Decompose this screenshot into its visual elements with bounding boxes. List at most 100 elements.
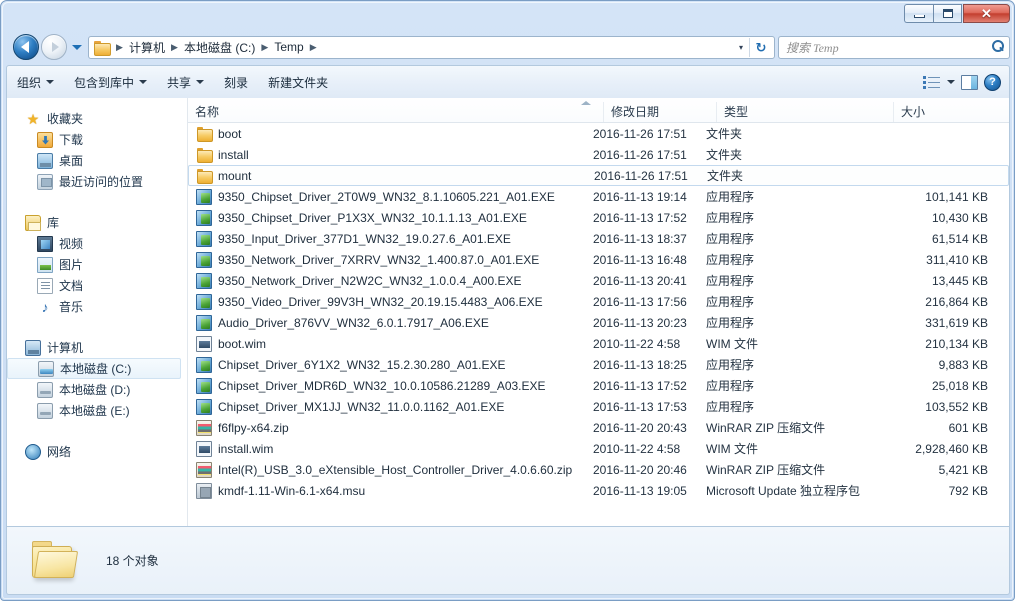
sidebar-item-computer[interactable]: 计算机 [7, 337, 187, 358]
breadcrumb-local-disk-c[interactable]: 本地磁盘 (C:) [181, 37, 258, 58]
file-name-cell[interactable]: f6flpy-x64.zip [188, 419, 593, 436]
file-name-cell[interactable]: boot [188, 126, 593, 142]
file-name-cell[interactable]: install [188, 147, 593, 163]
sidebar-item-downloads[interactable]: 下载 [7, 129, 187, 150]
file-name-cell[interactable]: 9350_Network_Driver_7XRRV_WN32_1.400.87.… [188, 251, 593, 268]
column-header-date-modified[interactable]: 修改日期 [603, 102, 716, 122]
include-in-library-button[interactable]: 包含到库中 [65, 70, 156, 95]
table-row[interactable]: Chipset_Driver_MX1JJ_WN32_11.0.0.1162_A0… [188, 396, 1009, 417]
table-row[interactable]: 9350_Chipset_Driver_2T0W9_WN32_8.1.10605… [188, 186, 1009, 207]
file-type-cell: 应用程序 [706, 379, 755, 393]
table-row[interactable]: boot.wim 2010-11-22 4:58 WIM 文件 210,134 KB [188, 333, 1009, 354]
breadcrumb-separator-2[interactable]: ▶ [258, 42, 271, 52]
table-row[interactable]: 9350_Video_Driver_99V3H_WN32_20.19.15.44… [188, 291, 1009, 312]
table-row[interactable]: Chipset_Driver_MDR6D_WN32_10.0.10586.212… [188, 375, 1009, 396]
sidebar-item-libraries[interactable]: 库 [7, 212, 187, 233]
address-row: ▶ 计算机 ▶ 本地磁盘 (C:) ▶ Temp ▶ ▾ ↻ 搜索 Temp [6, 31, 1010, 63]
table-row[interactable]: f6flpy-x64.zip 2016-11-20 20:43 WinRAR ZIP… [188, 417, 1009, 438]
sidebar-item-documents[interactable]: 文档 [7, 275, 187, 296]
preview-pane-icon[interactable] [961, 74, 978, 90]
search-icon[interactable] [991, 40, 1005, 54]
file-name-cell[interactable]: Chipset_Driver_6Y1X2_WN32_15.2.30.280_A0… [188, 356, 593, 373]
file-type-cell: WinRAR ZIP 压缩文件 [706, 421, 826, 435]
file-name-cell[interactable]: boot.wim [188, 335, 593, 352]
table-row[interactable]: 9350_Input_Driver_377D1_WN32_19.0.27.6_A… [188, 228, 1009, 249]
sidebar-label-documents: 文档 [59, 278, 84, 293]
chevron-down-icon[interactable] [947, 80, 955, 84]
sidebar-item-desktop[interactable]: 桌面 [7, 150, 187, 171]
download-icon [37, 131, 53, 148]
address-bar[interactable]: ▶ 计算机 ▶ 本地磁盘 (C:) ▶ Temp ▶ ▾ ↻ [88, 35, 775, 59]
file-name-label: Chipset_Driver_MX1JJ_WN32_11.0.0.1162_A0… [218, 399, 505, 414]
minimize-button[interactable] [904, 4, 933, 23]
file-name-cell[interactable]: 9350_Input_Driver_377D1_WN32_19.0.27.6_A… [188, 230, 593, 247]
file-name-cell[interactable]: kmdf-1.11-Win-6.1-x64.msu [188, 482, 593, 499]
file-list[interactable]: 名称 修改日期 类型 大小 boot 2016-11-26 17:51 文件夹 ins… [188, 98, 1009, 526]
search-input[interactable]: 搜索 Temp [786, 39, 991, 56]
share-with-button[interactable]: 共享 [158, 70, 213, 95]
include-in-library-label: 包含到库中 [74, 75, 135, 90]
file-type-cell: 应用程序 [706, 358, 755, 372]
navigation-pane[interactable]: ★ 收藏夹 下载 桌面 最近访问的位置 库 视频 图片 文档 ♪ 音乐 计算机 … [7, 98, 188, 526]
recent-locations-button[interactable] [72, 44, 82, 50]
sidebar-item-local-disk-c[interactable]: 本地磁盘 (C:) [7, 358, 181, 379]
file-name-cell[interactable]: 9350_Video_Driver_99V3H_WN32_20.19.15.44… [188, 293, 593, 310]
table-row[interactable]: install 2016-11-26 17:51 文件夹 [188, 144, 1009, 165]
file-date-cell: 2016-11-13 18:37 [593, 231, 687, 246]
burn-button[interactable]: 刻录 [215, 70, 257, 95]
file-name-cell[interactable]: 9350_Chipset_Driver_2T0W9_WN32_8.1.10605… [188, 188, 593, 205]
file-name-cell[interactable]: 9350_Chipset_Driver_P1X3X_WN32_10.1.1.13… [188, 209, 593, 226]
file-name-cell[interactable]: 9350_Network_Driver_N2W2C_WN32_1.0.0.4_A… [188, 272, 593, 289]
column-header-size[interactable]: 大小 [893, 102, 1003, 122]
file-size-cell: 103,552 KB [925, 399, 988, 414]
maximize-button[interactable] [933, 4, 962, 23]
table-row[interactable]: 9350_Network_Driver_N2W2C_WN32_1.0.0.4_A… [188, 270, 1009, 291]
table-row[interactable]: 9350_Network_Driver_7XRRV_WN32_1.400.87.… [188, 249, 1009, 270]
table-row[interactable]: Chipset_Driver_6Y1X2_WN32_15.2.30.280_A0… [188, 354, 1009, 375]
chevron-down-icon[interactable]: ▾ [733, 43, 749, 52]
file-name-cell[interactable]: install.wim [188, 440, 593, 457]
sidebar-item-pictures[interactable]: 图片 [7, 254, 187, 275]
breadcrumb-separator-3[interactable]: ▶ [307, 42, 320, 52]
table-row[interactable]: Audio_Driver_876VV_WN32_6.0.1.7917_A06.E… [188, 312, 1009, 333]
sidebar-item-videos[interactable]: 视频 [7, 233, 187, 254]
sidebar-item-recent-places[interactable]: 最近访问的位置 [7, 171, 187, 192]
breadcrumb-separator-1[interactable]: ▶ [168, 42, 181, 52]
change-view-icon[interactable] [923, 75, 941, 89]
file-name-label: 9350_Input_Driver_377D1_WN32_19.0.27.6_A… [218, 231, 511, 246]
table-row[interactable]: boot 2016-11-26 17:51 文件夹 [188, 123, 1009, 144]
breadcrumb-computer[interactable]: 计算机 [126, 37, 168, 58]
sidebar-item-network[interactable]: 网络 [7, 441, 187, 462]
sidebar-item-favorites[interactable]: ★ 收藏夹 [7, 108, 187, 129]
sidebar-item-local-disk-e[interactable]: 本地磁盘 (E:) [7, 400, 187, 421]
search-box[interactable]: 搜索 Temp [778, 35, 1010, 59]
help-icon[interactable]: ? [984, 73, 1001, 91]
new-folder-button[interactable]: 新建文件夹 [259, 70, 337, 95]
table-row[interactable]: Intel(R)_USB_3.0_eXtensible_Host_Control… [188, 459, 1009, 480]
file-name-cell[interactable]: Chipset_Driver_MDR6D_WN32_10.0.10586.212… [188, 377, 593, 394]
file-name-cell[interactable]: Intel(R)_USB_3.0_eXtensible_Host_Control… [188, 461, 593, 478]
file-type-cell: 应用程序 [706, 316, 755, 330]
organize-button[interactable]: 组织 [8, 70, 63, 95]
column-header-type[interactable]: 类型 [716, 102, 893, 122]
breadcrumb-temp[interactable]: Temp [271, 38, 306, 56]
close-button[interactable]: ✕ [963, 4, 1010, 23]
recent-places-icon [37, 173, 53, 190]
sidebar-item-music[interactable]: ♪ 音乐 [7, 296, 187, 317]
sidebar-item-local-disk-d[interactable]: 本地磁盘 (D:) [7, 379, 187, 400]
file-name-cell[interactable]: mount [189, 168, 594, 184]
column-header-name[interactable]: 名称 [188, 102, 603, 122]
forward-button[interactable] [41, 34, 67, 60]
folder-icon [196, 147, 213, 163]
table-row[interactable]: mount 2016-11-26 17:51 文件夹 [188, 165, 1009, 186]
file-name-cell[interactable]: Audio_Driver_876VV_WN32_6.0.1.7917_A06.E… [188, 314, 593, 331]
breadcrumb-separator-0[interactable]: ▶ [113, 42, 126, 52]
table-row[interactable]: 9350_Chipset_Driver_P1X3X_WN32_10.1.1.13… [188, 207, 1009, 228]
exe-icon [196, 398, 212, 415]
table-row[interactable]: kmdf-1.11-Win-6.1-x64.msu 2016-11-13 19:0… [188, 480, 1009, 501]
command-bar-right: ? [923, 73, 1009, 91]
back-button[interactable] [13, 34, 39, 60]
refresh-button[interactable]: ↻ [750, 37, 772, 58]
table-row[interactable]: install.wim 2010-11-22 4:58 WIM 文件 2,928,46… [188, 438, 1009, 459]
file-name-cell[interactable]: Chipset_Driver_MX1JJ_WN32_11.0.0.1162_A0… [188, 398, 593, 415]
